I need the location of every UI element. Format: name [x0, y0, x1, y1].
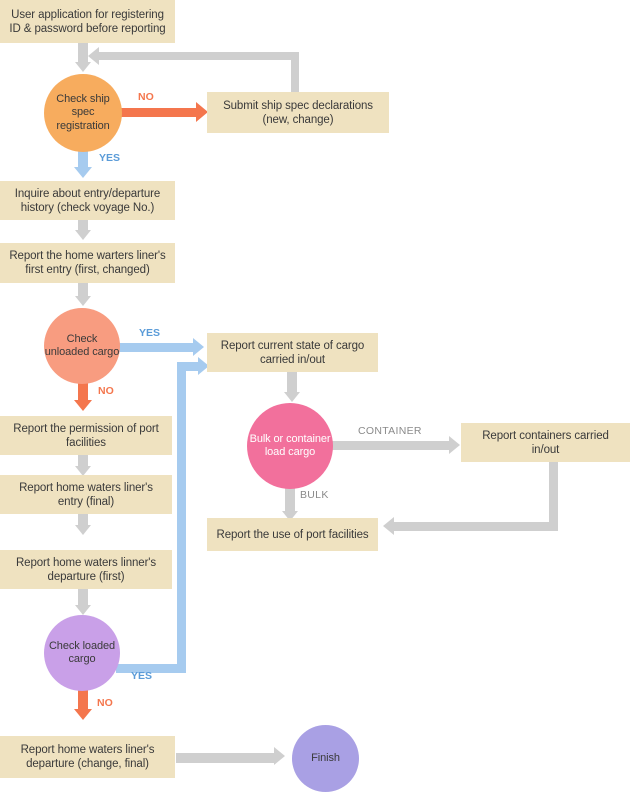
- connector-container: [330, 441, 450, 450]
- edge-label-loaded-no: NO: [97, 697, 113, 709]
- arrowhead-containers-return: [383, 517, 394, 535]
- edge-label-loaded-yes: YES: [131, 670, 153, 682]
- node-check-ship-spec[interactable]: Check ship spec registration: [44, 74, 122, 152]
- arrowhead-container: [449, 436, 460, 454]
- arrowhead-departure-final-to-finish: [274, 747, 285, 765]
- connector-containers-return-horizontal: [394, 522, 558, 531]
- arrowhead-spec-yes: [74, 167, 92, 178]
- arrowhead-unloaded-no: [74, 400, 92, 411]
- node-report-entry-final[interactable]: Report home waters liner's entry (final): [0, 475, 172, 514]
- node-report-permission[interactable]: Report the permission of port facilities: [0, 416, 172, 455]
- edge-label-spec-no: NO: [138, 91, 154, 103]
- connector-submit-return-horizontal: [99, 52, 299, 60]
- arrowhead-departure-first-to-loaded: [75, 605, 91, 615]
- arrowhead-loaded-no: [74, 709, 92, 720]
- edge-label-container: CONTAINER: [358, 425, 422, 437]
- arrowhead-inquire-to-first-entry: [75, 230, 91, 240]
- edge-label-bulk: BULK: [300, 489, 329, 501]
- edge-label-unloaded-yes: YES: [139, 327, 161, 339]
- node-report-use-port[interactable]: Report the use of port facilities: [207, 518, 378, 551]
- node-check-loaded-cargo[interactable]: Check loaded cargo: [44, 615, 120, 691]
- connector-current-cargo-to-bulk: [287, 371, 297, 393]
- node-bulk-or-container[interactable]: Bulk or container load cargo: [247, 403, 333, 489]
- connector-loaded-yes-vertical: [177, 362, 186, 673]
- connector-application-to-check-spec: [78, 42, 88, 64]
- node-check-unloaded-cargo[interactable]: Check unloaded cargo: [44, 308, 120, 384]
- arrowhead-unloaded-yes: [193, 338, 204, 356]
- connector-departure-final-to-finish: [176, 753, 276, 763]
- node-submit-ship-spec[interactable]: Submit ship spec declarations (new, chan…: [207, 92, 389, 133]
- node-report-containers[interactable]: Report containers carried in/out: [461, 423, 630, 462]
- edge-label-spec-yes: YES: [99, 152, 121, 164]
- node-report-departure-final[interactable]: Report home waters liner's departure (ch…: [0, 736, 175, 778]
- arrowhead-entry-final-to-departure-first: [75, 525, 91, 535]
- edge-label-unloaded-no: NO: [98, 385, 114, 397]
- node-finish[interactable]: Finish: [292, 725, 359, 792]
- node-report-current-cargo[interactable]: Report current state of cargo carried in…: [207, 333, 378, 372]
- connector-spec-no: [118, 108, 198, 117]
- arrowhead-current-cargo-to-bulk: [284, 392, 300, 402]
- node-report-first-entry[interactable]: Report the home warters liner's first en…: [0, 243, 175, 283]
- node-report-departure-first[interactable]: Report home waters linner's departure (f…: [0, 550, 172, 589]
- arrowhead-first-entry-to-unloaded: [75, 296, 91, 306]
- node-inquire-history[interactable]: Inquire about entry/departure history (c…: [0, 181, 175, 220]
- connector-unloaded-yes: [118, 343, 195, 352]
- node-user-application[interactable]: User application for registering ID & pa…: [0, 0, 175, 43]
- flowchart-canvas: NO YES YES NO CONTAINER BULK YES NO User…: [0, 0, 630, 800]
- arrowhead-submit-return: [88, 47, 99, 65]
- connector-containers-return-vertical: [549, 462, 558, 530]
